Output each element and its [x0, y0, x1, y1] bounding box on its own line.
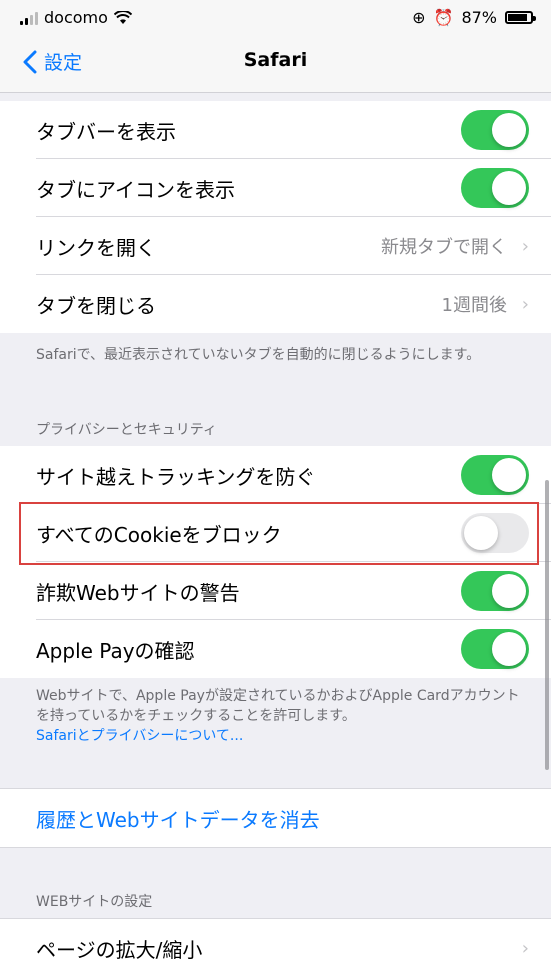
open-links-value: 新規タブで開く	[381, 237, 507, 258]
privacy-footnote-text: Webサイトで、Apple Payが設定されているかおよびApple Cardア…	[36, 688, 520, 724]
show-icons-in-tabs-row: タブにアイコンを表示	[0, 159, 551, 217]
navigation-bar: 設定 Safari	[0, 34, 551, 93]
fraudulent-website-warning-row: 詐欺Webサイトの警告	[0, 562, 551, 620]
signal-icon	[20, 11, 38, 25]
chevron-right-icon: ›	[521, 235, 529, 257]
row-label: Apple Payの確認	[36, 638, 195, 663]
clear-history-row[interactable]: 履歴とWebサイトデータを消去	[0, 789, 551, 847]
orientation-lock-icon: ⊕	[412, 8, 426, 27]
clear-history-button[interactable]: 履歴とWebサイトデータを消去	[36, 804, 320, 833]
safari-privacy-link[interactable]: Safariとプライバシーについて...	[36, 728, 243, 744]
check-apple-pay-toggle[interactable]	[461, 629, 529, 669]
toggle-knob	[492, 458, 526, 492]
fraudulent-website-warning-toggle[interactable]	[461, 571, 529, 611]
show-icons-in-tabs-toggle[interactable]	[461, 168, 529, 208]
close-tabs-value: 1週間後	[441, 295, 507, 316]
row-label: サイト越えトラッキングを防ぐ	[36, 464, 316, 489]
clear-history-group: 履歴とWebサイトデータを消去	[0, 788, 551, 848]
prevent-cross-site-tracking-row: サイト越えトラッキングを防ぐ	[0, 446, 551, 504]
row-label: 詐欺Webサイトの警告	[36, 580, 240, 605]
open-links-row[interactable]: リンクを開く 新規タブで開く ›	[0, 217, 551, 275]
row-label: タブを閉じる	[36, 293, 156, 318]
privacy-footnote: Webサイトで、Apple Payが設定されているかおよびApple Cardア…	[36, 686, 521, 746]
page-zoom-row[interactable]: ページの拡大/縮小 ›	[0, 919, 551, 977]
battery-percentage: 87%	[461, 8, 497, 27]
chevron-right-icon: ›	[521, 937, 529, 959]
row-label: リンクを開く	[36, 235, 156, 260]
check-apple-pay-row: Apple Payの確認	[0, 620, 551, 678]
website-settings-group: ページの拡大/縮小 ›	[0, 918, 551, 977]
wifi-icon	[113, 10, 132, 24]
status-left: docomo	[20, 8, 132, 27]
toggle-knob	[492, 113, 526, 147]
chevron-right-icon: ›	[521, 293, 529, 315]
row-label: ページの拡大/縮小	[36, 937, 203, 962]
toggle-knob	[492, 171, 526, 205]
battery-icon	[505, 11, 536, 24]
prevent-cross-site-tracking-toggle[interactable]	[461, 455, 529, 495]
toggle-knob	[492, 574, 526, 608]
tabs-footnote: Safariで、最近表示されていないタブを自動的に閉じるようにします。	[36, 347, 481, 363]
tabs-settings-group: タブバーを表示 タブにアイコンを表示 リンクを開く 新規タブで開く › タブを閉…	[0, 101, 551, 333]
status-bar: docomo ⊕ ⏰ 87%	[0, 0, 551, 34]
website-settings-header: WEBサイトの設定	[36, 894, 153, 910]
row-label: タブにアイコンを表示	[36, 177, 235, 202]
show-tab-bar-toggle[interactable]	[461, 110, 529, 150]
show-tab-bar-row: タブバーを表示	[0, 101, 551, 159]
toggle-knob	[492, 632, 526, 666]
carrier-label: docomo	[44, 8, 108, 27]
page-title: Safari	[243, 49, 308, 71]
highlight-box	[19, 502, 539, 565]
row-label: タブバーを表示	[36, 119, 176, 144]
scrollbar[interactable]	[545, 480, 549, 770]
alarm-icon: ⏰	[433, 8, 454, 27]
status-right: ⊕ ⏰ 87%	[412, 8, 536, 27]
privacy-section-header: プライバシーとセキュリティ	[36, 422, 217, 438]
close-tabs-row[interactable]: タブを閉じる 1週間後 ›	[0, 275, 551, 333]
